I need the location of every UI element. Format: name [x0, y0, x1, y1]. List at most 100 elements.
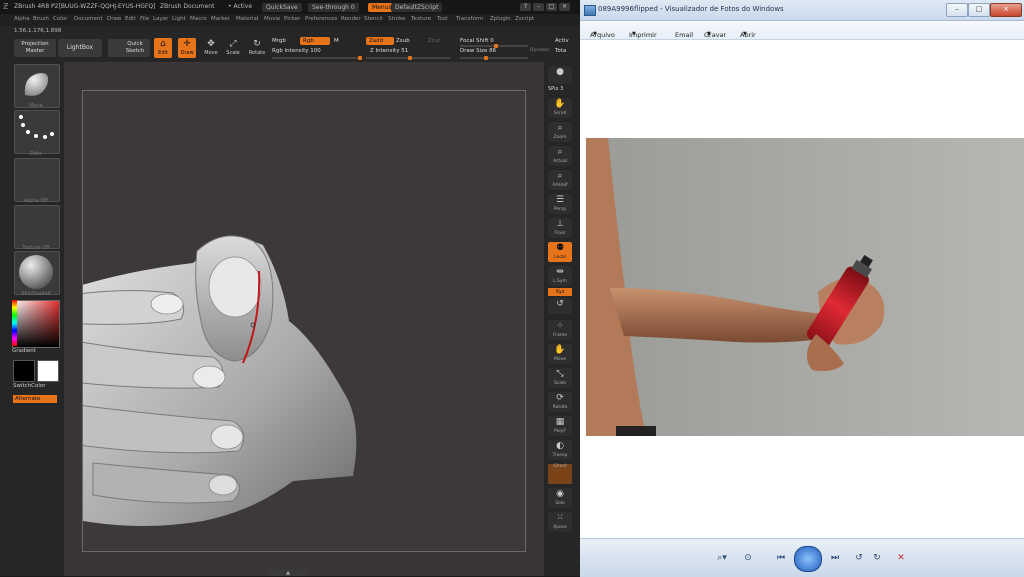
color-picker[interactable] [12, 300, 60, 348]
aahalf-button[interactable]: ⌕ AAHalf [548, 170, 572, 190]
rotate-button[interactable]: ↻ Rotate [248, 38, 266, 58]
rgb-intensity-track[interactable] [272, 56, 362, 60]
rgb-intensity-slider[interactable]: Rgb Intensity 100 [272, 48, 321, 54]
focal-shift-slider[interactable]: Focal Shift 0 [460, 38, 494, 44]
maximize-icon[interactable]: □ [546, 3, 557, 11]
material-thumbnail[interactable] [14, 251, 60, 295]
hue-strip[interactable] [12, 300, 17, 346]
previous-icon[interactable]: ⏮ [770, 552, 792, 564]
menu-edit[interactable]: Edit [125, 16, 136, 22]
sculpted-hand-model[interactable] [83, 91, 525, 551]
canvas-area[interactable] [64, 62, 544, 576]
lightbox-button[interactable]: LightBox [58, 39, 102, 57]
menu-stroke[interactable]: Stroke [388, 16, 406, 22]
xpose-button[interactable]: ⁙ Xpose [548, 512, 572, 532]
actual-button[interactable]: ⌕ Actual [548, 146, 572, 166]
bpr-button[interactable]: ● [548, 66, 572, 84]
zcut-toggle[interactable]: Zcut [428, 38, 440, 44]
menu-alpha[interactable]: Alpha [14, 16, 30, 22]
quick-sketch-button[interactable]: Quick Sketch [108, 39, 150, 57]
document-canvas[interactable] [82, 90, 526, 552]
scale-view-button[interactable]: ⤡ Scale [548, 368, 572, 388]
texture-thumbnail[interactable] [14, 205, 60, 249]
viewer-minimize-icon[interactable]: – [946, 3, 968, 17]
move-view-button[interactable]: ✋ Move [548, 344, 572, 364]
menu-stencil[interactable]: Stencil [364, 16, 383, 22]
secondary-color-swatch[interactable] [37, 360, 59, 382]
menu-render[interactable]: Render [341, 16, 361, 22]
frame-button[interactable]: ⁘ Frame [548, 320, 572, 340]
menu-macro[interactable]: Macro [190, 16, 207, 22]
menu-tool[interactable]: Tool [437, 16, 448, 22]
viewer-close-icon[interactable]: × [990, 3, 1022, 17]
zoom-button[interactable]: ⌕ Zoom [548, 122, 572, 142]
next-icon[interactable]: ⏭ [824, 552, 846, 564]
xyz-button[interactable]: Xyz [548, 288, 572, 296]
persp-button[interactable]: ☰ Persp [548, 194, 572, 214]
defaultzscript-button[interactable]: DefaultZScript [391, 2, 443, 12]
menu-marker[interactable]: Marker [211, 16, 230, 22]
menu-draw[interactable]: Draw [107, 16, 121, 22]
z-intensity-slider[interactable]: Z Intensity 51 [370, 48, 408, 54]
zsub-toggle[interactable]: Zsub [396, 38, 410, 44]
draw-button[interactable]: ✛ Draw [178, 38, 196, 58]
gradient-label[interactable]: Gradient [12, 348, 36, 354]
menu-transform[interactable]: Transform [456, 16, 483, 22]
menu-movie[interactable]: Movie [264, 16, 280, 22]
edit-button[interactable]: ⌂ Edit [154, 38, 172, 58]
fit-icon[interactable]: ⊙ [740, 552, 756, 564]
help-icon[interactable]: ? [520, 3, 531, 11]
quicksave-button[interactable]: QuickSave [262, 2, 302, 12]
brush-thumbnail[interactable] [14, 64, 60, 108]
zoom-icon[interactable]: ⌕▾ [710, 552, 734, 564]
rgb-toggle[interactable]: Rgb [300, 37, 330, 45]
menu-zplugin[interactable]: Zplugin [490, 16, 511, 22]
solo-button[interactable]: ◉ Solo [548, 488, 572, 508]
local-button[interactable]: ⚉ Local [548, 242, 572, 262]
seethrough-slider[interactable]: See-through 0 [308, 2, 359, 12]
scale-button[interactable]: ⤢ Scale [224, 38, 242, 58]
rotate-view-button[interactable]: ⟳ Rotate [548, 392, 572, 412]
switchcolor-button[interactable]: SwitchColor [13, 383, 46, 389]
draw-size-slider[interactable]: Draw Size 86 [460, 48, 496, 54]
alternate-button[interactable]: Alternate [13, 395, 57, 403]
rotate-right-icon[interactable]: ↻ [870, 552, 884, 564]
zadd-toggle[interactable]: Zadd [366, 37, 394, 45]
stroke-thumbnail[interactable] [14, 110, 60, 154]
z-intensity-track[interactable] [366, 56, 450, 60]
menu-picker[interactable]: Picker [284, 16, 300, 22]
ghost-button[interactable]: Ghost [548, 464, 572, 484]
menu-document[interactable]: Document [74, 16, 103, 22]
menu-light[interactable]: Light [172, 16, 186, 22]
close-icon[interactable]: × [559, 3, 570, 11]
menu-material[interactable]: Material [236, 16, 258, 22]
bottom-shelf-toggle-icon[interactable]: ▲ [268, 570, 308, 576]
floor-button[interactable]: ⊥ Floor [548, 218, 572, 238]
minimize-icon[interactable]: – [533, 3, 544, 11]
polyf-button[interactable]: ▦ PolyF [548, 416, 572, 436]
reference-photo[interactable] [586, 138, 1024, 436]
mrgb-toggle[interactable]: Mrgb [272, 38, 286, 44]
menu-file[interactable]: File [140, 16, 149, 22]
menu-color[interactable]: Color [53, 16, 67, 22]
menu-layer[interactable]: Layer [153, 16, 168, 22]
scroll-button[interactable]: ✋ Scroll [548, 98, 572, 118]
viewer-maximize-icon[interactable]: □ [968, 3, 990, 17]
menu-texture[interactable]: Texture [411, 16, 431, 22]
dynamic-toggle[interactable]: Dynamic [530, 48, 550, 53]
menu-preferences[interactable]: Preferences [305, 16, 337, 22]
delete-icon[interactable]: ✕ [894, 552, 908, 564]
rotate-axis-button[interactable]: ↺ [548, 298, 572, 314]
menu-brush[interactable]: Brush [33, 16, 49, 22]
move-button[interactable]: ✥ Move [202, 38, 220, 58]
main-color-swatch[interactable] [13, 360, 35, 382]
projection-master-button[interactable]: Projection Master [14, 39, 56, 57]
focal-shift-track[interactable] [460, 44, 528, 48]
spix-slider[interactable]: SPix 3 [548, 86, 563, 92]
alpha-thumbnail[interactable] [14, 158, 60, 202]
menu-zscript[interactable]: Zscript [515, 16, 534, 22]
lsym-button[interactable]: ⇹ L.Sym [548, 266, 572, 286]
transp-button[interactable]: ◐ Transp [548, 440, 572, 460]
draw-size-track[interactable] [460, 56, 528, 60]
slideshow-icon[interactable] [794, 546, 822, 572]
